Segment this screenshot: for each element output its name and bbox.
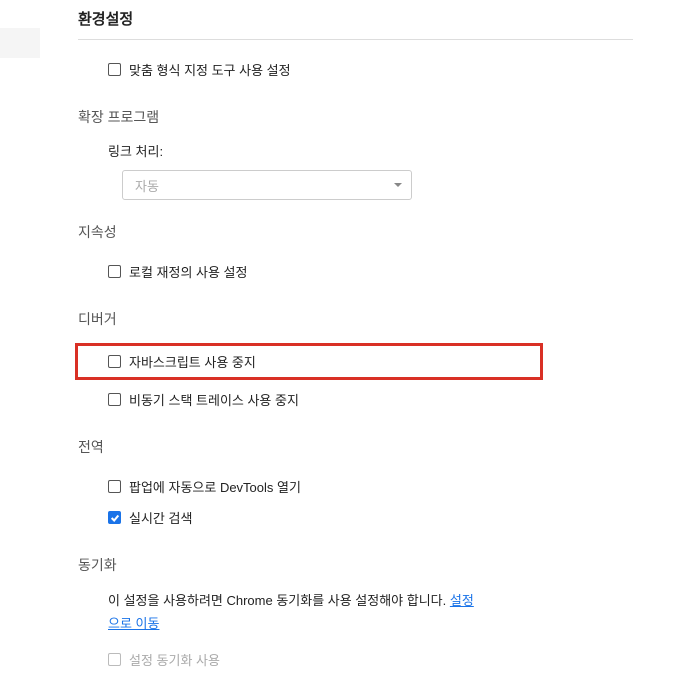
section-title-debugger: 디버거 [78, 309, 633, 329]
link-handling-select-wrap: 자동 [122, 170, 412, 200]
label-disable-js: 자바스크립트 사용 중지 [129, 352, 256, 371]
section-global: 전역 팝업에 자동으로 DevTools 열기 실시간 검색 [78, 437, 633, 533]
setting-row-format-tool: 맞춤 형식 지정 도구 사용 설정 [78, 54, 633, 85]
section-title-sync: 동기화 [78, 555, 633, 575]
checkbox-local-overrides[interactable] [108, 265, 121, 278]
section-title-global: 전역 [78, 437, 633, 457]
link-handling-label: 링크 처리: [78, 141, 633, 160]
section-title-persistence: 지속성 [78, 222, 633, 242]
sync-description-text: 이 설정을 사용하려면 Chrome 동기화를 사용 설정해야 합니다. [108, 593, 450, 608]
setting-row-disable-js: 자바스크립트 사용 중지 [75, 343, 543, 380]
link-handling-value: 자동 [135, 176, 159, 195]
label-sync-settings: 설정 동기화 사용 [129, 650, 220, 669]
label-disable-async-stack: 비동기 스택 트레이스 사용 중지 [129, 390, 299, 409]
chevron-down-icon [394, 183, 402, 187]
section-extensions: 확장 프로그램 링크 처리: 자동 [78, 107, 633, 200]
setting-row-auto-open-devtools: 팝업에 자동으로 DevTools 열기 [78, 471, 633, 502]
link-handling-select[interactable]: 자동 [122, 170, 412, 200]
section-sync: 동기화 이 설정을 사용하려면 Chrome 동기화를 사용 설정해야 합니다.… [78, 555, 633, 675]
page-title: 환경설정 [78, 8, 633, 40]
checkbox-sync-settings [108, 653, 121, 666]
checkbox-auto-open-devtools[interactable] [108, 480, 121, 493]
checkbox-disable-async-stack[interactable] [108, 393, 121, 406]
setting-row-local-overrides: 로컬 재정의 사용 설정 [78, 256, 633, 287]
label-format-tool: 맞춤 형식 지정 도구 사용 설정 [129, 60, 291, 79]
label-auto-open-devtools: 팝업에 자동으로 DevTools 열기 [129, 477, 301, 496]
settings-panel: 환경설정 맞춤 형식 지정 도구 사용 설정 확장 프로그램 링크 처리: 자동… [0, 0, 673, 675]
setting-row-realtime-search: 실시간 검색 [78, 502, 633, 533]
checkbox-disable-js[interactable] [108, 355, 121, 368]
section-debugger: 디버거 자바스크립트 사용 중지 비동기 스택 트레이스 사용 중지 [78, 309, 633, 415]
section-title-extensions: 확장 프로그램 [78, 107, 633, 127]
setting-row-sync-settings: 설정 동기화 사용 [78, 644, 633, 675]
setting-row-disable-async-stack: 비동기 스택 트레이스 사용 중지 [78, 384, 633, 415]
checkbox-format-tool[interactable] [108, 63, 121, 76]
label-local-overrides: 로컬 재정의 사용 설정 [129, 262, 247, 281]
checkbox-realtime-search[interactable] [108, 511, 121, 524]
sync-description: 이 설정을 사용하려면 Chrome 동기화를 사용 설정해야 합니다. 설정으… [78, 589, 478, 636]
section-persistence: 지속성 로컬 재정의 사용 설정 [78, 222, 633, 287]
label-realtime-search: 실시간 검색 [129, 508, 192, 527]
sidebar-stub [0, 28, 40, 58]
check-icon [110, 513, 120, 523]
